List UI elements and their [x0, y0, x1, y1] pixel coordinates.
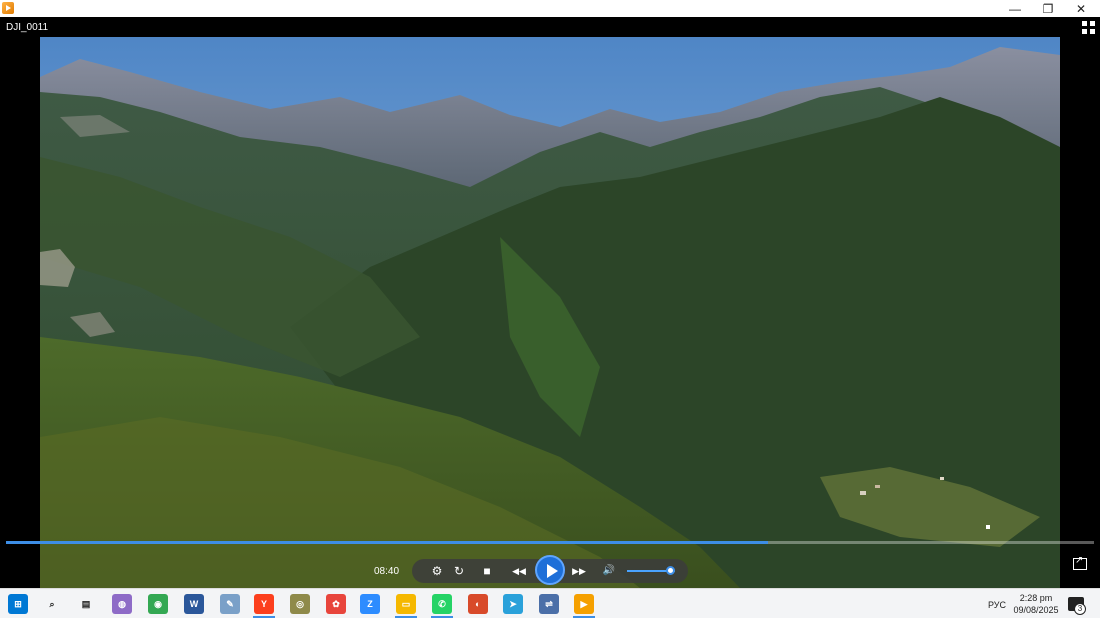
start-icon[interactable]: ⊞ [8, 594, 28, 614]
video-area[interactable]: DJI_0011 08:40 ⚙ ↻ ■ ◀◀ ▶▶ 🔊 ↗ [0, 17, 1100, 588]
volume-icon: 🔊 [602, 565, 616, 576]
seek-bar-progress [6, 541, 768, 544]
picture-in-picture-icon[interactable] [1073, 555, 1087, 570]
photos-icon[interactable]: ✿ [326, 594, 346, 614]
tool-icon[interactable]: ✎ [220, 594, 240, 614]
system-clock[interactable]: 2:28 pm 09/08/2025 [1012, 592, 1060, 616]
seek-bar[interactable] [6, 541, 1094, 544]
maximize-button[interactable]: ❐ [1031, 0, 1065, 17]
media-player-window: — ❐ ✕ DJI_0011 08:40 ⚙ ↻ ■ ◀◀ ▶▶ 🔊 ↗ ⊞ ⌕… [0, 0, 1100, 618]
rewind-icon: ◀◀ [512, 566, 526, 576]
minimize-icon: — [1009, 1, 1021, 16]
fast-forward-button[interactable]: ▶▶ [567, 559, 591, 583]
notification-count: 3 [1074, 603, 1086, 615]
clock-date: 09/08/2025 [1013, 605, 1059, 615]
fast-forward-icon: ▶▶ [572, 566, 586, 576]
repeat-button[interactable]: ↻ [449, 559, 469, 583]
transfer-icon[interactable]: ⇌ [539, 594, 559, 614]
close-icon: ✕ [1075, 1, 1087, 16]
file-explorer-icon[interactable]: ▭ [396, 594, 416, 614]
clock-time: 2:28 pm [1019, 593, 1053, 603]
word-icon[interactable]: W [184, 594, 204, 614]
play-button[interactable] [535, 555, 565, 585]
telegram-icon[interactable]: ➤ [503, 594, 523, 614]
rewind-button[interactable]: ◀◀ [507, 559, 531, 583]
app-icon[interactable]: ◐ [468, 594, 488, 614]
eye-icon[interactable]: ◎ [290, 594, 310, 614]
playlist-icon[interactable] [1082, 21, 1096, 35]
equalizer-icon: ⚙ [431, 564, 443, 578]
video-frame[interactable] [40, 37, 1060, 588]
zoom-icon[interactable]: Z [360, 594, 380, 614]
app-logo-icon [2, 2, 14, 14]
search-icon[interactable]: ⌕ [42, 594, 62, 614]
volume-slider[interactable] [627, 566, 676, 575]
chrome-icon[interactable]: ◉ [148, 594, 168, 614]
whatsapp-icon[interactable]: ✆ [432, 594, 452, 614]
player-icon[interactable]: ▶ [574, 594, 594, 614]
current-time: 08:40 [374, 566, 400, 577]
close-button[interactable]: ✕ [1064, 0, 1098, 17]
browser-icon[interactable]: ◍ [112, 594, 132, 614]
mute-button[interactable]: 🔊 [599, 559, 619, 583]
file-title: DJI_0011 [6, 22, 49, 33]
equalizer-button[interactable]: ⚙ [427, 559, 447, 583]
yandex-icon[interactable]: Y [254, 594, 274, 614]
stop-icon: ■ [483, 564, 491, 578]
language-indicator[interactable]: РУС [988, 600, 1006, 610]
taskbar: ⊞ ⌕ ▤ ◍ ◉ W ✎ Y ◎ ✿ Z ▭ ✆ ◐ ➤ ⇌ ▶ РУС 2:28 pm 09/08/2025… [0, 588, 1100, 618]
stop-button[interactable]: ■ [477, 559, 497, 583]
title-bar: — ❐ ✕ [0, 0, 1100, 17]
restore-icon: ❐ [1042, 1, 1054, 16]
volume-level [627, 570, 671, 572]
repeat-icon: ↻ [453, 564, 465, 578]
widgets-icon[interactable]: ▤ [76, 594, 96, 614]
minimize-button[interactable]: — [998, 0, 1032, 17]
mountain-landscape-video [40, 37, 1060, 588]
